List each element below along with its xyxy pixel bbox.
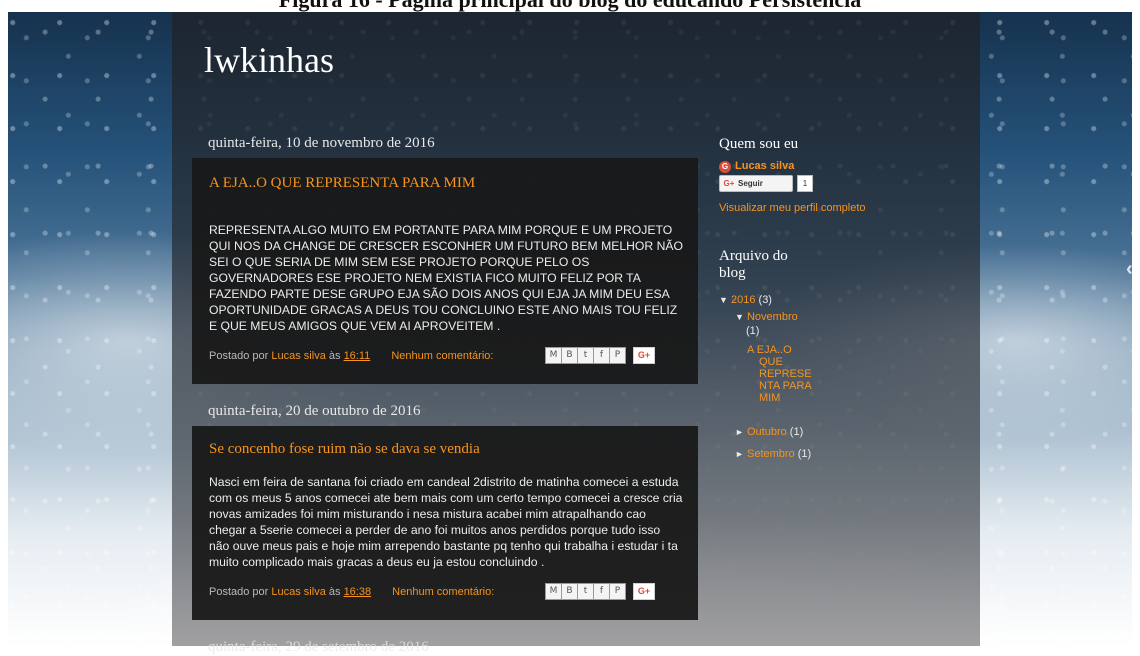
twitter-share-icon[interactable]: t <box>577 583 594 600</box>
profile-name-link[interactable]: G Lucas silva <box>719 159 794 173</box>
post-date-header: quinta-feira, 29 de setembro de 2016 <box>208 639 429 655</box>
archive-month-item[interactable]: ▼ Novembro <box>735 310 798 324</box>
post-time-link[interactable]: 16:38 <box>344 586 372 598</box>
post: Se concenho fose ruim não se dava se ven… <box>192 426 698 620</box>
blog-column: lwkinhas quinta-feira, 10 de novembro de… <box>172 12 980 655</box>
follower-count: 1 <box>797 175 813 192</box>
posted-by-label: Postado por <box>209 586 269 598</box>
email-share-icon[interactable]: M <box>545 583 562 600</box>
facebook-share-icon[interactable]: f <box>593 347 610 364</box>
archive-year-link[interactable]: 2016 <box>731 294 755 306</box>
archive-month-item[interactable]: ► Setembro (1) <box>735 447 811 461</box>
archive-month-link[interactable]: Setembro <box>747 448 795 460</box>
about-heading: Quem sou eu <box>719 136 799 152</box>
archive-heading-line1: Arquivo do <box>719 248 788 264</box>
post-author-link[interactable]: Lucas silva <box>271 350 325 362</box>
pinterest-share-icon[interactable]: P <box>609 347 626 364</box>
post-body: REPRESENTA ALGO MUITO EM PORTANTE PARA M… <box>209 223 684 333</box>
twitter-share-icon[interactable]: t <box>577 347 594 364</box>
archive-heading-line2: blog <box>719 265 746 281</box>
post-date-header: quinta-feira, 20 de outubro de 2016 <box>208 403 421 419</box>
email-share-icon[interactable]: M <box>545 347 562 364</box>
at-label: às <box>328 586 341 598</box>
gplus-share-icon[interactable]: G+ <box>633 347 655 364</box>
post-date-header: quinta-feira, 10 de novembro de 2016 <box>208 135 435 151</box>
chevron-left-icon[interactable]: ‹ <box>1126 258 1140 280</box>
follow-label: Seguir <box>738 179 763 188</box>
post: A EJA..O QUE REPRESENTA PARA MIM REPRESE… <box>192 158 698 384</box>
archive-month-link[interactable]: Novembro <box>747 311 798 323</box>
share-buttons: M B t f P G+ <box>545 347 655 364</box>
archive-month-count: (1) <box>746 325 760 337</box>
gplus-icon: G <box>719 161 731 173</box>
blogthis-share-icon[interactable]: B <box>561 583 578 600</box>
post-body: Nasci em feira de santana foi criado em … <box>209 475 683 569</box>
view-profile-link[interactable]: Visualizar meu perfil completo <box>719 201 866 215</box>
archive-month-count: (1) <box>797 448 812 460</box>
post-title[interactable]: Se concenho fose ruim não se dava se ven… <box>209 440 480 458</box>
comments-link[interactable]: Nenhum comentário: <box>391 350 493 362</box>
archive-month-count: (1) <box>789 426 804 438</box>
archive-month-item[interactable]: ► Outubro (1) <box>735 425 803 439</box>
triangle-right-icon[interactable]: ► <box>735 427 744 437</box>
figure-caption: Figura 16 - Página principal do blog do … <box>0 0 1140 12</box>
triangle-down-icon[interactable]: ▼ <box>735 312 744 322</box>
archive-year-item[interactable]: ▼ 2016 (3) <box>719 293 772 307</box>
gplus-share-icon[interactable]: G+ <box>633 583 655 600</box>
follow-button[interactable]: G+ Seguir <box>719 175 793 192</box>
post-time-link[interactable]: 16:11 <box>344 350 371 362</box>
pinterest-share-icon[interactable]: P <box>609 583 626 600</box>
gplus-icon: G+ <box>723 179 735 188</box>
blogthis-share-icon[interactable]: B <box>561 347 578 364</box>
post-title[interactable]: A EJA..O QUE REPRESENTA PARA MIM <box>209 174 475 192</box>
post-author-link[interactable]: Lucas silva <box>271 586 325 598</box>
blog-title[interactable]: lwkinhas <box>204 40 334 80</box>
share-buttons: M B t f P G+ <box>545 583 655 600</box>
at-label: às <box>328 350 341 362</box>
post-footer: Postado por Lucas silva às 16:38 Nenhum … <box>209 583 683 601</box>
facebook-share-icon[interactable]: f <box>593 583 610 600</box>
archive-post-link-line5[interactable]: MIM <box>759 391 780 405</box>
triangle-down-icon[interactable]: ▼ <box>719 295 728 305</box>
profile-name: Lucas silva <box>735 160 795 172</box>
posted-by-label: Postado por <box>209 350 269 362</box>
post-footer: Postado por Lucas silva às 16:11 Nenhum … <box>209 347 683 365</box>
archive-year-count: (3) <box>758 294 772 306</box>
triangle-right-icon[interactable]: ► <box>735 449 744 459</box>
comments-link[interactable]: Nenhum comentário: <box>392 586 494 598</box>
follow-widget: G+ Seguir 1 <box>719 175 813 192</box>
archive-month-link[interactable]: Outubro <box>747 426 787 438</box>
